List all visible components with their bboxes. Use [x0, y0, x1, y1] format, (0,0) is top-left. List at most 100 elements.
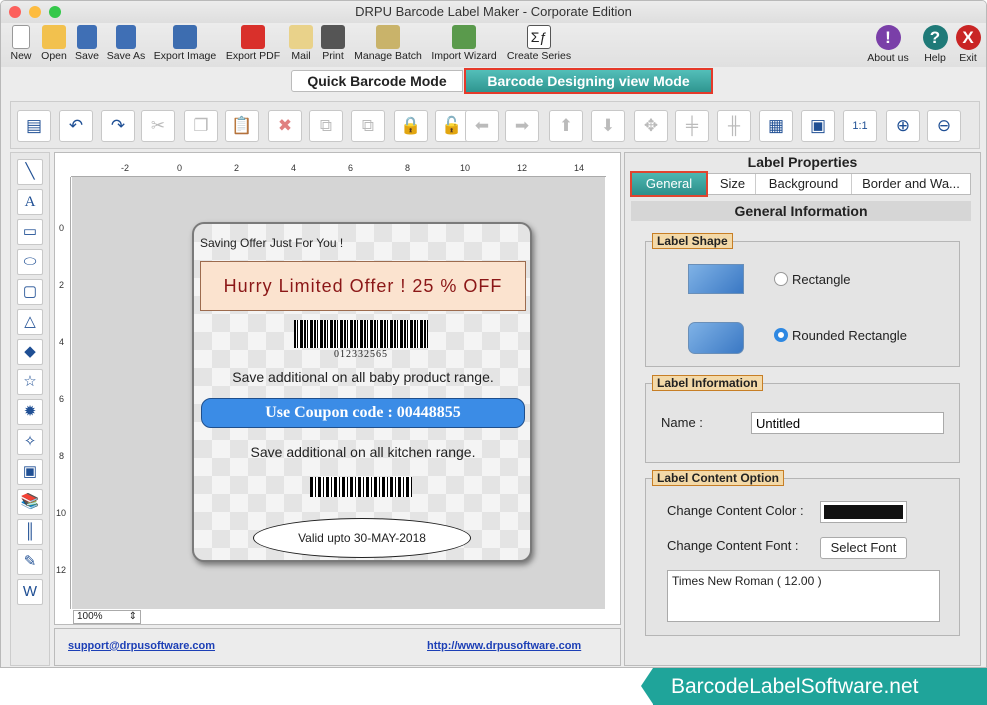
diamond-icon: ◆ [24, 343, 36, 360]
align-vertical-button[interactable]: ╫ [717, 110, 751, 142]
rectangle-shape-preview[interactable] [688, 264, 744, 294]
burst-tool[interactable]: ✹ [17, 399, 43, 425]
diamond-tool[interactable]: ◆ [17, 339, 43, 365]
rectangle-radio[interactable] [774, 272, 788, 286]
move-right-button[interactable]: ➡ [505, 110, 539, 142]
zoom-window-button[interactable] [49, 6, 61, 18]
save-button[interactable]: Save [71, 23, 103, 62]
zoom-out-button[interactable]: ⊖ [927, 110, 961, 142]
lock-button[interactable]: 🔒 [394, 110, 428, 142]
image-tool[interactable]: ▣ [17, 459, 43, 485]
new-button[interactable]: New [7, 23, 35, 62]
name-label: Name : [661, 415, 703, 430]
offer-textbox[interactable]: Hurry Limited Offer ! 25 % OFF [200, 261, 526, 311]
support-email-link[interactable]: support@drpusoftware.com [68, 640, 215, 652]
text-icon: A [24, 194, 36, 210]
tab-size[interactable]: Size [710, 174, 756, 194]
manage-batch-button[interactable]: Manage Batch [351, 23, 425, 62]
label-header-text[interactable]: Saving Offer Just For You ! [200, 236, 343, 250]
watermark-tool[interactable]: W [17, 579, 43, 605]
undo-button[interactable]: ↶ [59, 110, 93, 142]
star-tool[interactable]: ☆ [17, 369, 43, 395]
2d-barcode[interactable] [310, 477, 412, 497]
promo-line-1[interactable]: Save additional on all baby product rang… [194, 369, 530, 385]
print-button[interactable]: Print [318, 23, 348, 62]
export-image-button[interactable]: Export Image [153, 23, 217, 62]
redo-button[interactable]: ↷ [101, 110, 135, 142]
copy-icon: ❐ [193, 116, 209, 135]
text-tool[interactable]: A [17, 189, 43, 215]
unlock-button[interactable]: 🔓 [435, 110, 469, 142]
arrow-down-icon: ⬇ [600, 116, 616, 135]
bring-front-button[interactable]: ⧉ [309, 110, 343, 142]
triangle-tool[interactable]: △ [17, 309, 43, 335]
website-link[interactable]: http://www.drpusoftware.com [427, 640, 581, 652]
rounded-rectangle-tool[interactable]: ▢ [17, 279, 43, 305]
ruler-button[interactable]: ▣ [801, 110, 835, 142]
close-window-button[interactable] [9, 6, 21, 18]
exit-button[interactable]: X Exit [954, 25, 982, 64]
triangle-icon: △ [24, 313, 36, 330]
undo-icon: ↶ [68, 116, 84, 135]
zoom-in-button[interactable]: ⊕ [886, 110, 920, 142]
create-series-button[interactable]: Σƒ Create Series [504, 23, 574, 62]
vertical-ruler: 0 2 4 6 8 10 12 [55, 177, 71, 609]
designing-view-mode-tab[interactable]: Barcode Designing view Mode [464, 68, 713, 94]
footer-links: support@drpusoftware.com http://www.drpu… [54, 628, 621, 666]
move-left-button[interactable]: ⬅ [465, 110, 499, 142]
barcode-tool[interactable]: ║ [17, 519, 43, 545]
send-back-button[interactable]: ⧉ [351, 110, 385, 142]
cut-button[interactable]: ✂ [141, 110, 175, 142]
coupon-code-box[interactable]: Use Coupon code : 00448855 [201, 398, 525, 428]
zoom-out-icon: ⊖ [936, 116, 952, 135]
content-color-swatch[interactable] [820, 501, 907, 523]
line-tool[interactable]: ╲ [17, 159, 43, 185]
grid-button[interactable]: ▦ [759, 110, 793, 142]
center-button[interactable]: ✥ [634, 110, 668, 142]
select-font-button[interactable]: Select Font [820, 537, 907, 559]
label-properties-panel: Label Properties General Size Background… [624, 152, 981, 666]
star-icon: ☆ [23, 373, 37, 390]
copy-button[interactable]: ❐ [184, 110, 218, 142]
tab-border[interactable]: Border and Wa... [852, 174, 970, 194]
sparkle-icon: ✧ [23, 433, 37, 450]
open-button[interactable]: Open [37, 23, 71, 62]
sparkle-tool[interactable]: ✧ [17, 429, 43, 455]
delete-button[interactable]: ✖ [268, 110, 302, 142]
name-field[interactable] [751, 412, 944, 434]
label-canvas[interactable]: Saving Offer Just For You ! Hurry Limite… [72, 177, 605, 609]
move-down-button[interactable]: ⬇ [591, 110, 625, 142]
ellipse-tool[interactable]: ⬭ [17, 249, 43, 275]
save-as-button[interactable]: Save As [105, 23, 147, 62]
linear-barcode[interactable] [294, 320, 428, 348]
rectangle-tool[interactable]: ▭ [17, 219, 43, 245]
zoom-select[interactable]: 100% ⇕ [73, 610, 141, 624]
burst-icon: ✹ [23, 403, 37, 420]
properties-tool-button[interactable]: ▤ [17, 110, 51, 142]
promo-line-2[interactable]: Save additional on all kitchen range. [194, 444, 530, 460]
rounded-rectangle-shape-preview[interactable] [688, 322, 744, 354]
export-pdf-button[interactable]: Export PDF [224, 23, 282, 62]
rounded-rectangle-radio[interactable] [774, 328, 788, 342]
ruler-icon: ▣ [809, 116, 827, 135]
validity-ellipse[interactable]: Valid upto 30-MAY-2018 [253, 518, 471, 558]
library-tool[interactable]: 📚 [17, 489, 43, 515]
move-up-button[interactable]: ⬆ [549, 110, 583, 142]
color-swatch-fill [824, 505, 903, 519]
tab-background[interactable]: Background [756, 174, 852, 194]
delete-icon: ✖ [277, 116, 293, 135]
help-button[interactable]: ? Help [919, 25, 951, 64]
align-horizontal-button[interactable]: ╪ [675, 110, 709, 142]
paste-button[interactable]: 📋 [225, 110, 259, 142]
actual-size-button[interactable]: 1:1 [843, 110, 877, 142]
tab-general[interactable]: General [630, 171, 708, 197]
mail-button[interactable]: Mail [287, 23, 315, 62]
minimize-window-button[interactable] [29, 6, 41, 18]
barcode-label[interactable]: Saving Offer Just For You ! Hurry Limite… [192, 222, 532, 562]
quick-barcode-mode-tab[interactable]: Quick Barcode Mode [291, 70, 463, 92]
import-wizard-button[interactable]: Import Wizard [429, 23, 499, 62]
image-icon: ▣ [22, 463, 38, 480]
signature-tool[interactable]: ✎ [17, 549, 43, 575]
label-shape-section: Label Shape Rectangle Rounded Rectangle [645, 233, 960, 367]
about-button[interactable]: ! About us [863, 25, 913, 64]
